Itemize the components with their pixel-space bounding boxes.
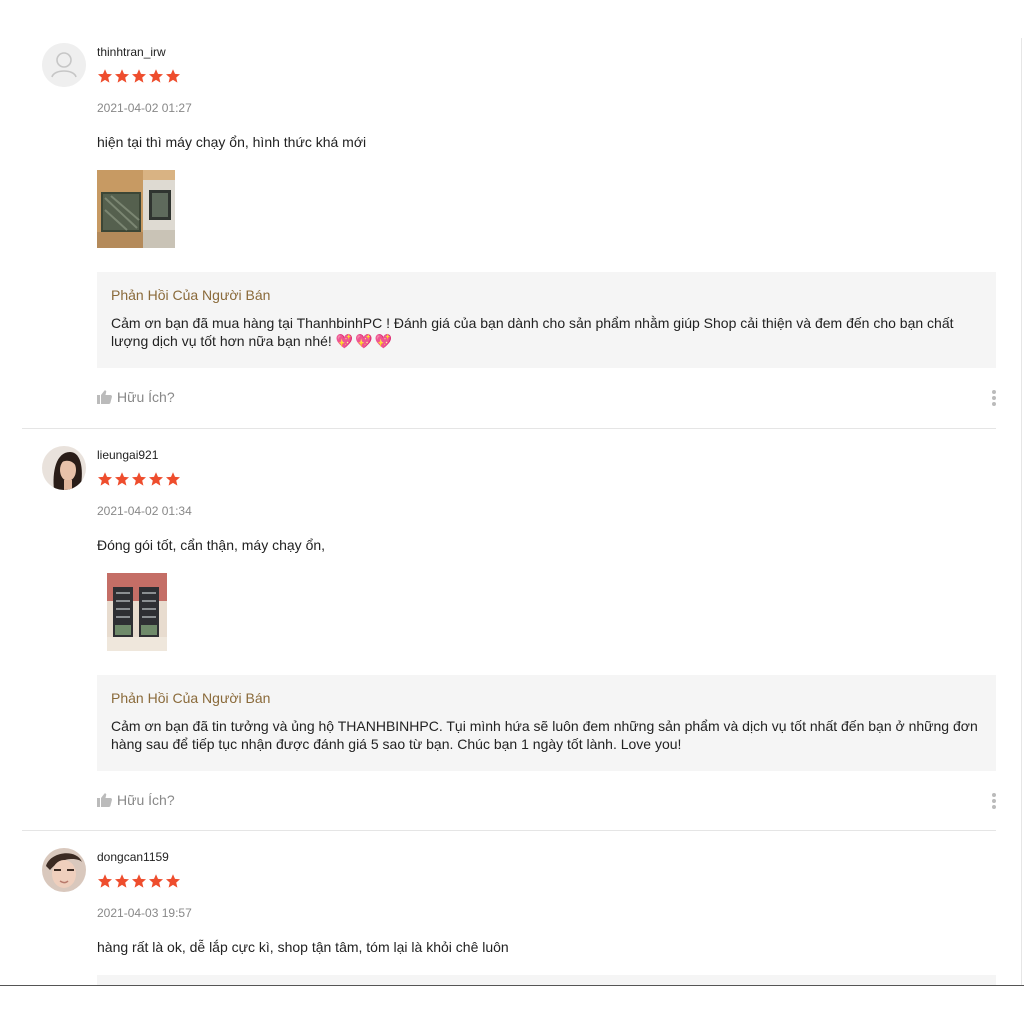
more-vertical-icon[interactable] — [989, 389, 999, 407]
star-icon — [115, 472, 129, 486]
review-item: lieungai921 2021-04-02 01:34 Đóng gói tố… — [22, 443, 996, 831]
star-icon — [98, 874, 112, 888]
star-icon — [149, 472, 163, 486]
avatar[interactable] — [42, 446, 86, 490]
review-time: 2021-04-02 01:34 — [97, 504, 192, 518]
review-item: dongcan1159 2021-04-03 19:57 hàng rất là… — [22, 845, 996, 986]
rating-stars — [97, 68, 181, 84]
thumbs-up-icon — [97, 793, 112, 807]
seller-reply-text: Cảm ơn bạn đã mua hàng tại ThanhbinhPC !… — [111, 315, 954, 349]
seller-reply-text: Cảm ơn bạn đã tin tưởng và ủng hộ THANHB… — [111, 718, 978, 752]
star-icon — [115, 69, 129, 83]
seller-reply-title: Phản Hồi Của Người Bán — [111, 690, 271, 706]
rating-stars — [97, 873, 181, 889]
star-icon — [98, 69, 112, 83]
review-time: 2021-04-02 01:27 — [97, 101, 192, 115]
star-icon — [115, 874, 129, 888]
rating-stars — [97, 471, 181, 487]
default-user-icon — [42, 43, 86, 87]
scroll-edge-divider — [1021, 38, 1022, 986]
star-icon — [166, 69, 180, 83]
review-content: hàng rất là ok, dễ lắp cực kì, shop tận … — [97, 939, 509, 955]
viewport-bottom-divider — [0, 985, 1024, 986]
star-icon — [132, 69, 146, 83]
review-item: thinhtran_irw 2021-04-02 01:27 hiện tại … — [22, 40, 996, 429]
avatar[interactable] — [42, 43, 86, 87]
star-icon — [166, 472, 180, 486]
review-photo[interactable] — [97, 170, 175, 248]
star-icon — [132, 874, 146, 888]
more-vertical-icon[interactable] — [989, 792, 999, 810]
seller-reply: Phản Hồi Của Người Bán Cảm ơn bạn đã mua… — [97, 272, 996, 368]
star-icon — [149, 874, 163, 888]
review-author[interactable]: dongcan1159 — [97, 850, 169, 864]
thumbs-up-icon — [97, 390, 112, 404]
seller-reply: Phản Hồi Của Người Bán Cảm ơn bạn đã tin… — [97, 675, 996, 771]
helpful-button[interactable]: Hữu Ích? — [97, 388, 175, 406]
review-photo[interactable] — [107, 573, 185, 651]
review-content: Đóng gói tốt, cẩn thận, máy chạy ổn, — [97, 537, 326, 553]
seller-reply-title: Phản Hồi Của Người Bán — [111, 287, 271, 303]
helpful-label: Hữu Ích? — [117, 389, 175, 405]
star-icon — [166, 874, 180, 888]
review-list: thinhtran_irw 2021-04-02 01:27 hiện tại … — [0, 0, 1024, 986]
helpful-label: Hữu Ích? — [117, 792, 175, 808]
avatar[interactable] — [42, 848, 86, 892]
review-time: 2021-04-03 19:57 — [97, 906, 192, 920]
heart-emojis: 💖💖💖 — [335, 333, 394, 349]
star-icon — [98, 472, 112, 486]
star-icon — [132, 472, 146, 486]
helpful-button[interactable]: Hữu Ích? — [97, 791, 175, 809]
review-author[interactable]: thinhtran_irw — [97, 45, 166, 59]
review-content: hiện tại thì máy chạy ổn, hình thức khá … — [97, 134, 367, 150]
review-author[interactable]: lieungai921 — [97, 448, 158, 462]
star-icon — [149, 69, 163, 83]
